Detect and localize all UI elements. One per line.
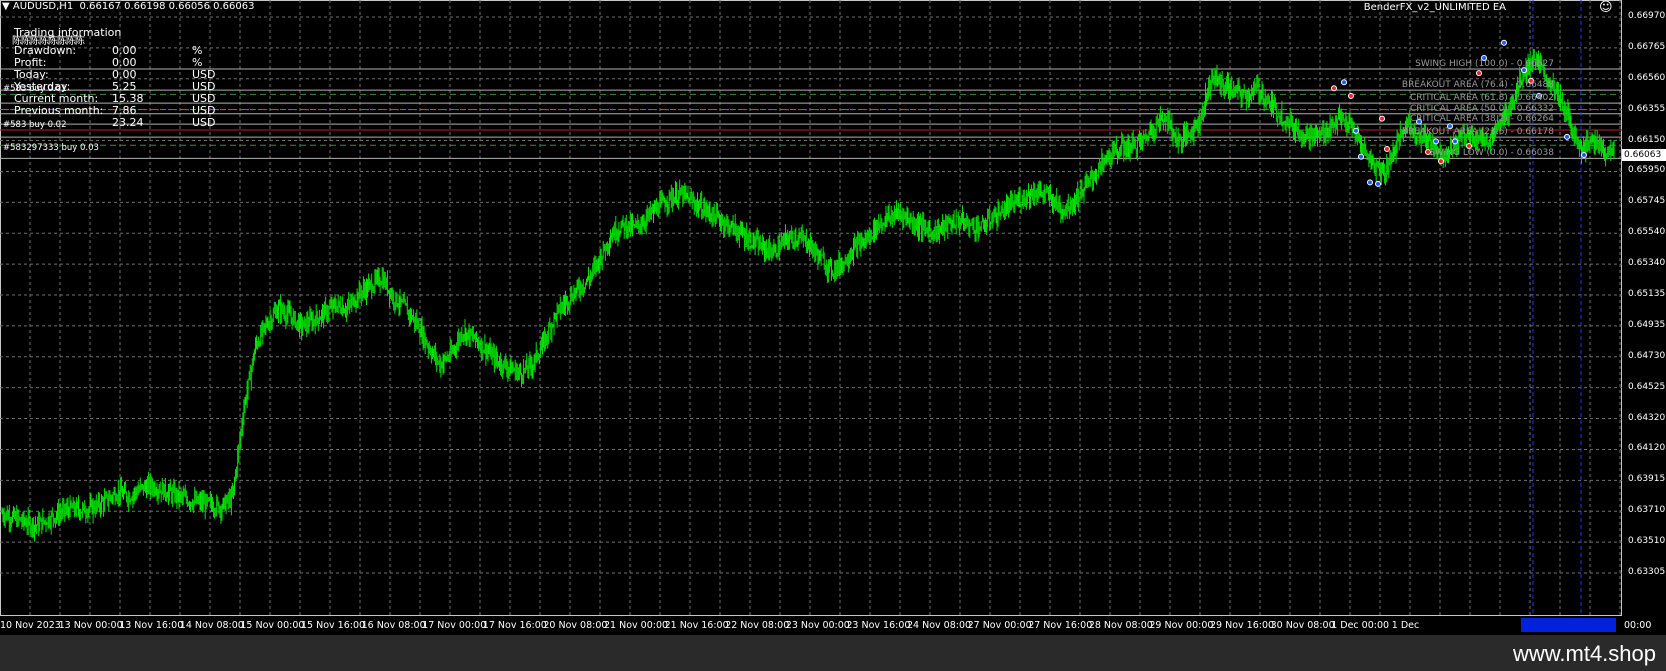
- time-axis-label: 17 Nov 00:00: [422, 620, 487, 631]
- price-axis-label: 0.66970: [1628, 11, 1666, 21]
- price-axis-label: 0.66765: [1628, 41, 1666, 52]
- price-axis-label: 0.65950: [1628, 165, 1666, 176]
- trade-arrow-marker: [1564, 133, 1570, 140]
- time-axis-label: 21 Nov 00:00: [604, 620, 669, 631]
- candles: [1, 48, 1615, 542]
- time-axis-label: 13 Nov 16:00: [119, 620, 184, 631]
- time-axis-label: 23 Nov 00:00: [785, 620, 850, 631]
- time-axis-label: 29 Nov 16:00: [1210, 620, 1275, 631]
- trade-arrow-marker: [1452, 138, 1458, 145]
- trade-arrow-marker: [1433, 138, 1439, 145]
- time-axis-label: 27 Nov 00:00: [967, 620, 1032, 631]
- trade-arrow-marker: [1341, 79, 1347, 86]
- price-axis-label: 0.65135: [1628, 289, 1666, 299]
- price-axis-label: 0.66150: [1628, 134, 1666, 145]
- time-axis-label: 14 Nov 08:00: [179, 620, 244, 631]
- time-axis-label: 15 Nov 00:00: [240, 620, 305, 631]
- current-price-tag: 0.66063: [1622, 148, 1666, 161]
- time-axis[interactable]: 10 Nov 2023 13 Nov 00:00 13 Nov 16:00 14 No…: [0, 616, 1666, 635]
- trade-arrow-marker: [1331, 85, 1337, 92]
- price-axis-label: 0.63510: [1628, 536, 1666, 547]
- symbol-ohlc-label: ▼ AUDUSD,H1 0.66167 0.66198 0.66056 0.66…: [2, 1, 255, 12]
- info-unit: USD: [192, 116, 216, 129]
- info-value: 23.24: [112, 116, 144, 129]
- time-axis-label: 21 Nov 16:00: [664, 620, 729, 631]
- time-axis-label: 27 Nov 16:00: [1028, 620, 1093, 631]
- time-axis-label: 16 Nov 08:00: [361, 620, 426, 631]
- time-axis-label: 15 Nov 16:00: [301, 620, 366, 631]
- bottom-bar: www.mt4.shop: [0, 635, 1666, 671]
- trade-arrow-marker: [1384, 145, 1390, 152]
- price-scale[interactable]: 0.66970 0.66765 0.66560 0.66355 0.66150 0.659…: [1622, 0, 1666, 635]
- fib-level-label: SWING LOW (0.0) - 0.66038: [1429, 148, 1554, 159]
- price-axis-label: 0.64935: [1628, 319, 1666, 330]
- time-axis-label: 1 Dec 00:00: [1331, 620, 1390, 631]
- price-axis-label: 0.64120: [1628, 443, 1666, 454]
- price-axis-label: 0.64320: [1628, 412, 1666, 423]
- fib-level-label: CRITICAL AREA (50.0) - 0.66332: [1409, 103, 1554, 114]
- order-label[interactable]: #583 buy 0.01: [3, 84, 67, 94]
- trade-arrow-marker: [1476, 70, 1482, 77]
- trade-arrow-marker: [1438, 158, 1444, 165]
- trade-arrow-marker: [1353, 127, 1359, 134]
- price-axis-label: 0.65540: [1628, 227, 1666, 238]
- ohlc-values: 0.66167 0.66198 0.66056 0.66063: [79, 1, 255, 12]
- trade-arrow-marker: [1348, 92, 1354, 99]
- time-axis-label: 13 Nov 00:00: [58, 620, 123, 631]
- price-axis-label: 0.65340: [1628, 258, 1666, 269]
- symbol-name: AUDUSD,H1: [12, 1, 74, 12]
- watermark-text: www.mt4.shop: [1512, 641, 1656, 666]
- fib-level-label: BREAKOUT AREA (23.6) - 0.66178: [1401, 127, 1554, 138]
- time-axis-label: 22 Nov 08:00: [725, 620, 790, 631]
- price-axis-label: 0.63915: [1628, 474, 1666, 485]
- order-label[interactable]: #583 buy 0.02: [3, 120, 67, 130]
- trade-arrow-marker: [1379, 115, 1385, 122]
- price-chart[interactable]: [0, 0, 1622, 616]
- price-axis-label: 0.63710: [1628, 505, 1666, 516]
- price-axis-label: 0.65745: [1628, 196, 1666, 207]
- trade-arrow-marker: [1501, 39, 1507, 46]
- fib-level-label: BREAKOUT AREA (76.4) - 0.66488: [1401, 80, 1554, 91]
- chart-frame: [0, 0, 1622, 616]
- price-axis-label: 0.63305: [1628, 567, 1666, 577]
- time-axis-label: 17 Nov 16:00: [482, 620, 547, 631]
- trade-arrow-marker: [1581, 152, 1587, 159]
- time-axis-label: 29 Nov 00:00: [1149, 620, 1214, 631]
- smiley-icon[interactable]: ☺: [1599, 1, 1613, 15]
- price-axis-label: 0.66355: [1628, 103, 1666, 114]
- time-axis-label: 23 Nov 16:00: [846, 620, 911, 631]
- time-axis-label: 24 Nov 08:00: [907, 620, 972, 631]
- time-axis-label: 20 Nov 08:00: [543, 620, 608, 631]
- time-axis-label: 1 Dec: [1391, 620, 1420, 631]
- symbol-arrow-icon: ▼: [2, 1, 10, 12]
- fib-level-label: CRITICAL AREA (38.2) - 0.66264: [1409, 114, 1554, 125]
- price-axis-label: 0.66560: [1628, 72, 1666, 83]
- chart-window[interactable]: ▼ AUDUSD,H1 0.66167 0.66198 0.66056 0.66…: [0, 0, 1666, 635]
- expert-advisor-name: BenderFX_v2_UNLIMITED EA: [1363, 2, 1506, 13]
- time-axis-label: 30 Nov 08:00: [1270, 620, 1335, 631]
- price-axis-label: 0.64525: [1628, 381, 1666, 392]
- order-label[interactable]: #583297333 buy 0.03: [3, 143, 99, 153]
- fib-level-label: SWING HIGH (100.0) - 0.66627: [1415, 59, 1554, 70]
- fib-level-label: CRITICAL AREA (61.8) - 0.66402: [1409, 93, 1554, 104]
- time-axis-label: 28 Nov 08:00: [1088, 620, 1153, 631]
- trade-arrow-marker: [1375, 180, 1381, 187]
- info-label: Previous month:: [14, 104, 104, 117]
- time-axis-label: 10 Nov 2023: [0, 620, 61, 631]
- trade-arrow-marker: [1358, 153, 1364, 160]
- trade-arrow-marker: [1367, 179, 1373, 186]
- price-axis-label: 0.64730: [1628, 350, 1666, 361]
